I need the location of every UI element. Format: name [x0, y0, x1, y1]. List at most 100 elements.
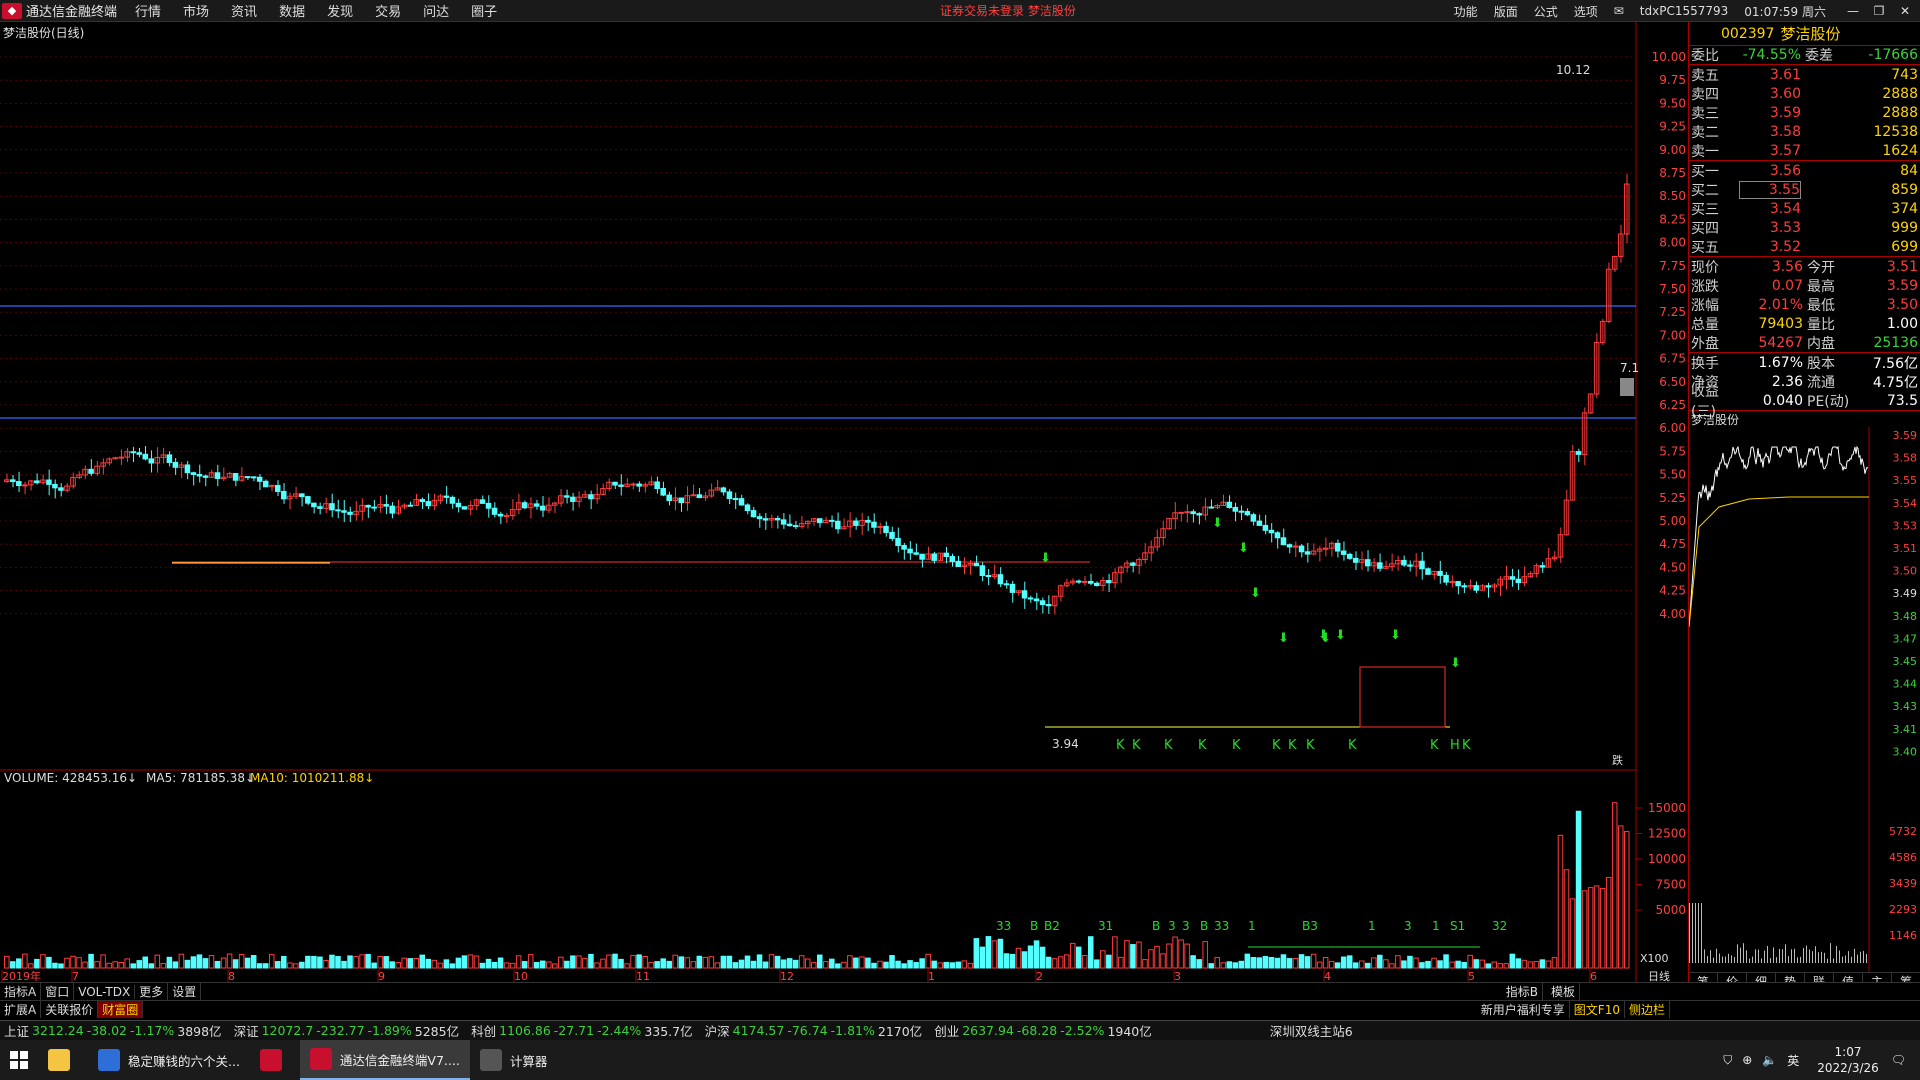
- candle-body: [612, 481, 618, 486]
- taskbar-item-calculator[interactable]: 计算器: [470, 1040, 558, 1080]
- menu-banmian[interactable]: 版面: [1494, 3, 1518, 20]
- bid-label: 买一: [1691, 163, 1719, 180]
- mini-avg-line: [1688, 496, 1869, 628]
- notification-icon[interactable]: 🗨: [1891, 1053, 1906, 1067]
- tab-template[interactable]: 模板: [1547, 983, 1580, 1000]
- tab-extension-a[interactable]: 扩展A: [0, 1001, 42, 1018]
- menu-shichang[interactable]: 市场: [183, 1, 209, 20]
- ime-indicator[interactable]: 英: [1787, 1052, 1799, 1069]
- volume-bar: [46, 956, 52, 969]
- volume-bar: [244, 957, 251, 969]
- new-user-promo[interactable]: 新用户福利专享: [1477, 1001, 1570, 1018]
- wb-row: 委比 -74.55% 委差 -17666: [1689, 46, 1920, 65]
- mini-volume-bar: [1797, 957, 1798, 963]
- stat-value: 2.36: [1771, 373, 1803, 390]
- wb-value: -74.55%: [1742, 47, 1801, 63]
- price-axis-label: 9.00: [1659, 143, 1686, 157]
- signal-k: K: [1430, 738, 1439, 753]
- kline-chart-area[interactable]: 梦洁股份(日线) 10.00 9.75 9.50 9.25 9.00 8.75 8.50 8.…: [0, 22, 1690, 990]
- ask-row[interactable]: 卖三 3.59 2888: [1689, 103, 1920, 122]
- taskbar-clock[interactable]: 1:07 2022/3/26: [1817, 1044, 1879, 1076]
- mini-volume-bar: [1713, 957, 1714, 963]
- stat-label: 换手: [1691, 355, 1719, 372]
- menu-quanzi[interactable]: 圈子: [471, 1, 497, 20]
- mini-price-label: 3.49: [1893, 587, 1918, 600]
- volume-bar: [1575, 810, 1582, 969]
- ask-row[interactable]: 卖一 3.57 1624: [1689, 141, 1920, 160]
- start-button[interactable]: [0, 1040, 38, 1080]
- shield-icon[interactable]: ⛉: [1723, 1053, 1732, 1068]
- kline-svg[interactable]: 10.00 9.75 9.50 9.25 9.00 8.75 8.50 8.25 8.00 7.7…: [0, 22, 1690, 983]
- taskbar-item-browser[interactable]: 稳定赚钱的六个关...: [88, 1040, 250, 1080]
- bid-row[interactable]: 买四 3.53 999: [1689, 218, 1920, 237]
- tab-sidebar[interactable]: 侧边栏: [1625, 1001, 1670, 1018]
- intraday-mini-chart[interactable]: 3.59 3.58 3.55 3.54 3.53 3.51 3.50 3.49 3.48 3.47…: [1688, 427, 1920, 972]
- volume-bar: [431, 959, 438, 969]
- bid-row[interactable]: 买三 3.54 374: [1689, 199, 1920, 218]
- ask-row[interactable]: 卖二 3.58 12538: [1689, 122, 1920, 141]
- signal-k: K: [1116, 738, 1125, 753]
- tab-settings[interactable]: 设置: [168, 983, 202, 1000]
- mini-chart-title: 梦洁股份: [1691, 413, 1740, 427]
- menu-hangqing[interactable]: 行情: [135, 1, 161, 20]
- candle-body: [1515, 578, 1522, 584]
- ask-row[interactable]: 卖五 3.61 743: [1689, 65, 1920, 84]
- signal-k: K: [1306, 738, 1315, 753]
- bid-row[interactable]: 买五 3.52 699: [1689, 237, 1920, 256]
- bid-row[interactable]: 买一 3.56 84: [1689, 161, 1920, 180]
- stat-value: 54267: [1758, 334, 1803, 351]
- file-explorer-button[interactable]: [38, 1040, 88, 1080]
- close-icon[interactable]: ✕: [1894, 4, 1916, 18]
- menu-zixun[interactable]: 资讯: [231, 1, 257, 20]
- volume-bar: [1106, 954, 1112, 969]
- menu-faxian[interactable]: 发现: [327, 1, 353, 20]
- month-label: 2019年: [2, 969, 41, 982]
- volume-bar: [817, 954, 823, 969]
- candle-body: [943, 552, 949, 558]
- minimize-icon[interactable]: —: [1842, 4, 1864, 18]
- tab-zhibiao-a[interactable]: 指标A: [0, 983, 42, 1000]
- candle-body: [1094, 582, 1100, 586]
- volume-bar: [1075, 946, 1082, 969]
- tab-f10[interactable]: 图文F10: [1570, 1001, 1625, 1018]
- index-name: 深证: [233, 1024, 259, 1039]
- menu-shuju[interactable]: 数据: [279, 1, 305, 20]
- taskbar-item-tdx[interactable]: 通达信金融终端V7....: [299, 1040, 470, 1080]
- stat-value: 1.00: [1886, 315, 1918, 332]
- tab-related-quotes[interactable]: 关联报价: [41, 1001, 99, 1018]
- mini-volume-bar: [1764, 950, 1765, 963]
- candle-body: [1081, 580, 1088, 583]
- tab-vol-tdx[interactable]: VOL-TDX: [74, 984, 136, 999]
- candle-body: [630, 483, 636, 486]
- menu-gongshi[interactable]: 公式: [1534, 3, 1558, 20]
- ask-list: 卖五 3.61 743 卖四 3.60 2888 卖三 3.59 2888 卖二 3.58 12538…: [1689, 65, 1920, 161]
- menu-xuanxiang[interactable]: 选项: [1574, 3, 1598, 20]
- mail-icon[interactable]: ✉: [1614, 4, 1624, 18]
- stat-label: 流通: [1807, 374, 1835, 391]
- tab-more[interactable]: 更多: [135, 983, 169, 1000]
- volume-bar: [600, 958, 606, 969]
- candle-body: [148, 458, 155, 464]
- maximize-icon[interactable]: ❐: [1868, 4, 1890, 18]
- taskbar-item-app[interactable]: [250, 1040, 300, 1080]
- volume-bar: [154, 954, 161, 969]
- menu-gongneng[interactable]: 功能: [1454, 3, 1478, 20]
- volume-bar: [570, 955, 576, 969]
- tab-window[interactable]: 窗口: [41, 983, 75, 1000]
- menu-jiaoyi[interactable]: 交易: [375, 1, 401, 20]
- volume-icon[interactable]: 🔈: [1762, 1053, 1777, 1067]
- tab-zhibiao-b[interactable]: 指标B: [1502, 983, 1543, 1000]
- volume-bar: [762, 961, 769, 969]
- volume-bar: [997, 938, 1004, 969]
- candle-body: [732, 498, 739, 501]
- login-status[interactable]: 证券交易未登录 梦洁股份: [940, 2, 1076, 19]
- candle-body: [118, 456, 124, 459]
- bid-row[interactable]: 买二 3.55 859: [1689, 180, 1920, 199]
- volume-bar: [1274, 957, 1281, 969]
- mini-volume-bar: [1758, 949, 1759, 963]
- menu-wenda[interactable]: 问达: [423, 1, 449, 20]
- tab-wealth-circle[interactable]: 财富圈: [98, 1001, 144, 1018]
- candle-body: [262, 480, 269, 488]
- ask-row[interactable]: 卖四 3.60 2888: [1689, 84, 1920, 103]
- network-icon[interactable]: ⊕: [1742, 1053, 1752, 1067]
